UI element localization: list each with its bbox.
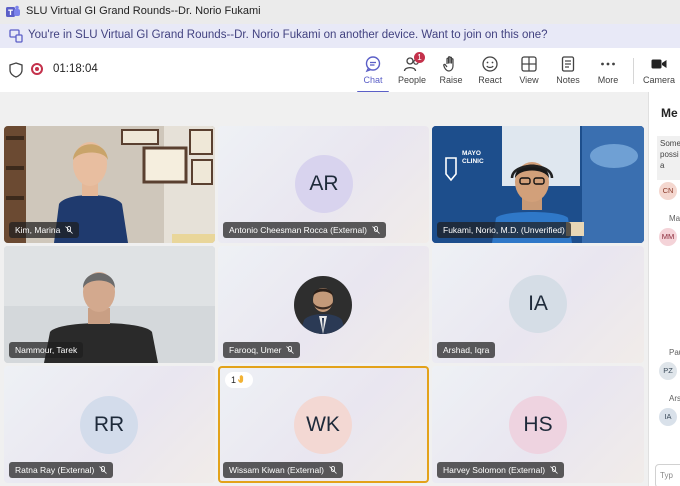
avatar[interactable]: CN	[659, 182, 677, 200]
side-panel-notice: Some possi will a	[657, 136, 680, 180]
profile-photo	[294, 276, 352, 334]
raised-hand-icon	[237, 374, 244, 383]
raise-button-label: Raise	[439, 75, 463, 85]
participant-tile-nammour-tarek[interactable]: Nammour, Tarek	[4, 246, 215, 363]
participant-name: Fukami, Norio, M.D. (Unverified)	[437, 222, 571, 238]
participant-tile-farooq-umer[interactable]: Farooq, Umer	[218, 246, 429, 363]
chat-compose-box[interactable]: Typ	[655, 464, 680, 486]
mic-off-icon	[329, 466, 337, 474]
view-button-label: View	[519, 75, 539, 85]
people-button[interactable]: 1 People	[392, 52, 432, 90]
raised-hand-badge: 1	[225, 372, 254, 388]
camera-button[interactable]: Camera	[639, 52, 679, 90]
participant-tile-arshad-iqra[interactable]: IA Arshad, Iqra	[432, 246, 644, 363]
notes-button-label: Notes	[556, 75, 580, 85]
react-button[interactable]: React	[470, 52, 510, 90]
hand-icon	[443, 56, 454, 72]
participant-tile-ratna-ray[interactable]: RR Ratna Ray (External)	[4, 366, 215, 483]
participant-name: Nammour, Tarek	[9, 342, 84, 358]
device-switch-icon	[9, 29, 23, 43]
participant-name: Harvey Solomon (External)	[437, 462, 565, 478]
people-button-label: People	[397, 75, 427, 85]
side-stub-text: Pau	[669, 348, 680, 357]
mic-off-icon	[372, 226, 380, 234]
participant-tile-kim-marina[interactable]: Kim, Marina	[4, 126, 215, 243]
chat-icon	[365, 56, 381, 73]
notes-icon	[561, 56, 575, 72]
teams-logo-icon	[6, 5, 20, 17]
chat-button[interactable]: Chat	[353, 52, 393, 93]
raise-hand-button[interactable]: Raise	[431, 52, 471, 90]
participant-name: Ratna Ray (External)	[9, 462, 114, 478]
mic-off-icon	[99, 466, 108, 474]
title-bar: SLU Virtual GI Grand Rounds--Dr. Norio F…	[0, 0, 680, 24]
toolbar-divider	[633, 58, 634, 84]
shield-icon	[9, 62, 23, 78]
more-button-label: More	[597, 75, 619, 85]
side-panel-title: Me	[661, 106, 678, 120]
avatar: AR	[295, 155, 353, 213]
participant-tile-antonio-cheesman-rocca[interactable]: AR Antonio Cheesman Rocca (External)	[218, 126, 429, 243]
avatar: RR	[80, 396, 138, 454]
participant-name: Arshad, Iqra	[437, 342, 496, 358]
view-button[interactable]: View	[509, 52, 549, 90]
grid-icon	[521, 56, 537, 72]
mic-off-icon	[65, 226, 74, 234]
side-stub-text: Ma	[669, 214, 680, 223]
avatar: WK	[294, 396, 352, 454]
chat-button-label: Chat	[363, 75, 383, 85]
avatar: HS	[509, 396, 567, 454]
participant-tile-fukami-norio[interactable]: MAYO CLINIC Fukami, Norio, M.D. (Unverif…	[432, 126, 644, 243]
window-title: SLU Virtual GI Grand Rounds--Dr. Norio F…	[26, 5, 261, 17]
side-stub-text: Ars	[669, 394, 680, 403]
mic-off-icon	[550, 466, 558, 474]
meeting-toolbar: 01:18:04 Chat 1 People Raise React View …	[0, 48, 680, 93]
clinic-logo-text: MAYO CLINIC	[462, 150, 484, 165]
join-banner-text[interactable]: You're in SLU Virtual GI Grand Rounds--D…	[28, 29, 548, 41]
participant-name: Wissam Kiwan (External)	[223, 462, 343, 478]
react-button-label: React	[478, 75, 502, 85]
participant-name: Antonio Cheesman Rocca (External)	[223, 222, 386, 238]
avatar: IA	[509, 275, 567, 333]
more-icon	[601, 62, 615, 66]
avatar[interactable]: IA	[659, 408, 677, 426]
camera-icon	[651, 59, 667, 69]
mic-off-icon	[286, 346, 295, 354]
video-stage: Kim, Marina AR Antonio Cheesman Rocca (E…	[0, 92, 648, 486]
avatar[interactable]: PZ	[659, 362, 677, 380]
recording-icon	[31, 63, 43, 75]
camera-button-label: Camera	[642, 75, 675, 85]
participant-name: Kim, Marina	[9, 222, 80, 238]
side-panel: Me Some possi will a CN Ma MM Pau PZ Ars…	[648, 92, 680, 486]
smiley-icon	[482, 56, 498, 72]
more-button[interactable]: More	[588, 52, 628, 90]
avatar[interactable]: MM	[659, 228, 677, 246]
people-count-badge: 1	[414, 52, 425, 63]
participant-tile-harvey-solomon[interactable]: HS Harvey Solomon (External)	[432, 366, 644, 483]
participant-tile-wissam-kiwan[interactable]: 1 WK Wissam Kiwan (External)	[218, 366, 429, 483]
participant-name: Farooq, Umer	[223, 342, 301, 358]
meeting-timer: 01:18:04	[53, 63, 98, 75]
join-banner[interactable]: You're in SLU Virtual GI Grand Rounds--D…	[0, 24, 680, 48]
notes-button[interactable]: Notes	[548, 52, 588, 90]
